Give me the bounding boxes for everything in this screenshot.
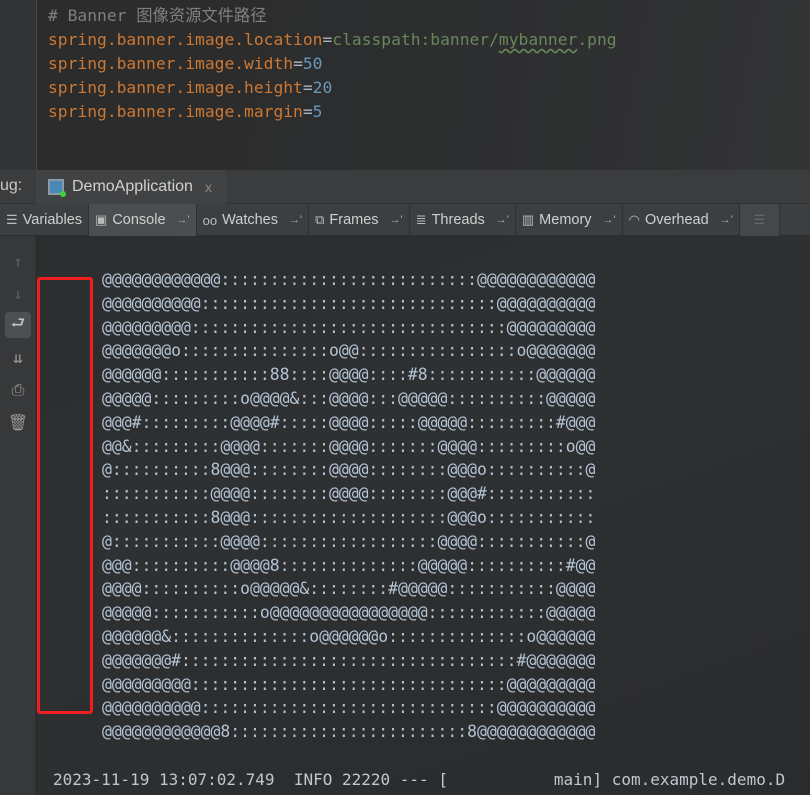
tab-variables[interactable]: ☰ Variables [0, 204, 90, 236]
pin-icon[interactable]: →' [720, 214, 733, 226]
tab-memory[interactable]: ▥ Memory →' [516, 204, 623, 236]
pin-icon[interactable]: →' [496, 214, 509, 226]
code-line-margin: spring.banner.image.margin=5 [48, 102, 323, 121]
debugger-tabs: ☰ Variables ▣ Console →' oo Watches →' ⧉ Frame… [0, 204, 810, 236]
trash-icon[interactable]: 🗑 [5, 409, 31, 435]
highlight-box [37, 277, 93, 714]
banner-line: @@&:::::::::@@@@:::::::@@@@:::::::@@@@::… [102, 436, 596, 456]
banner-line: @@@@@@&::::::::::::::o@@@@@@o:::::::::::… [102, 626, 596, 646]
banner-line: @@@@@:::::::::::o@@@@@@@@@@@@@@@@:::::::… [102, 603, 596, 623]
banner-line: @@@@@@@@@:::::::::::::::::::::::::::::::… [102, 674, 596, 694]
scroll-to-end-icon[interactable]: ⇊ [5, 344, 31, 370]
banner-line: @@@@@@@@@:::::::::::::::::::::::::::::::… [102, 317, 596, 337]
code-line-height: spring.banner.image.height=20 [48, 78, 333, 97]
debug-tool-window-header: ug: DemoApplication x [0, 170, 810, 204]
application-icon [48, 179, 66, 197]
run-tab-demoapplication[interactable]: DemoApplication x [36, 170, 226, 204]
banner-line: @@@@@@@o:::::::::::::::o@@::::::::::::::… [102, 341, 596, 361]
comment-line: # Banner 图像资源文件路径 [48, 6, 267, 25]
pin-icon[interactable]: →' [177, 214, 190, 226]
run-tab-label: DemoApplication [72, 178, 193, 195]
banner-line: @@@::::::::::@@@@8::::::::::::::@@@@@:::… [102, 555, 596, 575]
banner-line: @:::::::::::@@@@::::::::::::::::::@@@@::… [102, 531, 596, 551]
properties-editor[interactable]: # Banner 图像资源文件路径 spring.banner.image.lo… [0, 0, 810, 170]
variables-icon: ☰ [6, 212, 18, 227]
banner-line: @@@@::::::::::o@@@@@&::::::::#@@@@@:::::… [102, 579, 596, 599]
banner-line: @@@@@@@@@@@@::::::::::::::::::::::::::@@… [102, 270, 596, 289]
overhead-icon: ◠ [628, 212, 640, 227]
debug-label: ug: [0, 177, 23, 194]
code-line-width: spring.banner.image.width=50 [48, 54, 323, 73]
tab-frames[interactable]: ⧉ Frames →' [309, 204, 410, 236]
banner-line: @@@@@@@@@@@@8::::::::::::::::::::::::8@@… [102, 722, 596, 742]
watches-icon: oo [202, 212, 218, 228]
console-toolbar: ↑ ↓ ⮐ ⇊ ⎙ 🗑 [0, 236, 36, 795]
banner-line: @@@@@@@@@@::::::::::::::::::::::::::::::… [102, 698, 596, 718]
banner-line: @@@@@:::::::::o@@@@&:::@@@@:::@@@@@:::::… [102, 388, 596, 408]
soft-wrap-icon[interactable]: ⮐ [5, 312, 31, 338]
banner-line: @@@@@@:::::::::::88::::@@@@::::#8:::::::… [102, 365, 596, 385]
banner-line: @::::::::::8@@@::::::::@@@@::::::::@@@o:… [102, 460, 596, 480]
down-arrow-icon[interactable]: ↓ [5, 280, 31, 306]
banner-line: @@@@@@@#::::::::::::::::::::::::::::::::… [102, 650, 596, 670]
tab-watches[interactable]: oo Watches →' [197, 204, 310, 236]
log-line: 2023-11-19 13:07:02.749 INFO 22220 --- [… [53, 770, 786, 789]
spelling-squiggle: mybanner [498, 30, 578, 49]
memory-icon: ▥ [521, 212, 535, 227]
tab-overhead[interactable]: ◠ Overhead →' [623, 204, 740, 236]
console-icon: ▣ [95, 212, 108, 227]
pin-icon[interactable]: →' [603, 214, 616, 226]
editor-gutter [0, 0, 37, 170]
banner-line: @@@#:::::::::@@@@#:::::@@@@:::::@@@@@:::… [102, 412, 596, 432]
tab-console[interactable]: ▣ Console →' [89, 204, 197, 236]
pin-icon[interactable]: →' [390, 214, 403, 226]
banner-line: :::::::::::8@@@::::::::::::::::::::@@@o:… [102, 507, 596, 527]
up-arrow-icon[interactable]: ↑ [5, 248, 31, 274]
tab-threads[interactable]: ≣ Threads →' [410, 204, 516, 236]
ascii-banner: @@@@@@@@@@@@::::::::::::::::::::::::::@@… [102, 268, 595, 744]
print-icon[interactable]: ⎙ [5, 377, 31, 403]
more-tabs-button[interactable]: ☰ [739, 204, 780, 236]
banner-line: :::::::::::@@@@::::::::@@@@::::::::@@@#:… [102, 484, 596, 504]
threads-icon: ≣ [415, 212, 427, 227]
frames-icon: ⧉ [315, 212, 325, 227]
banner-line: @@@@@@@@@@::::::::::::::::::::::::::::::… [102, 293, 596, 313]
close-icon[interactable]: x [205, 179, 212, 195]
code-line-location: spring.banner.image.location=classpath:b… [48, 30, 617, 49]
pin-icon[interactable]: →' [289, 214, 302, 226]
menu-icon: ☰ [753, 212, 766, 227]
